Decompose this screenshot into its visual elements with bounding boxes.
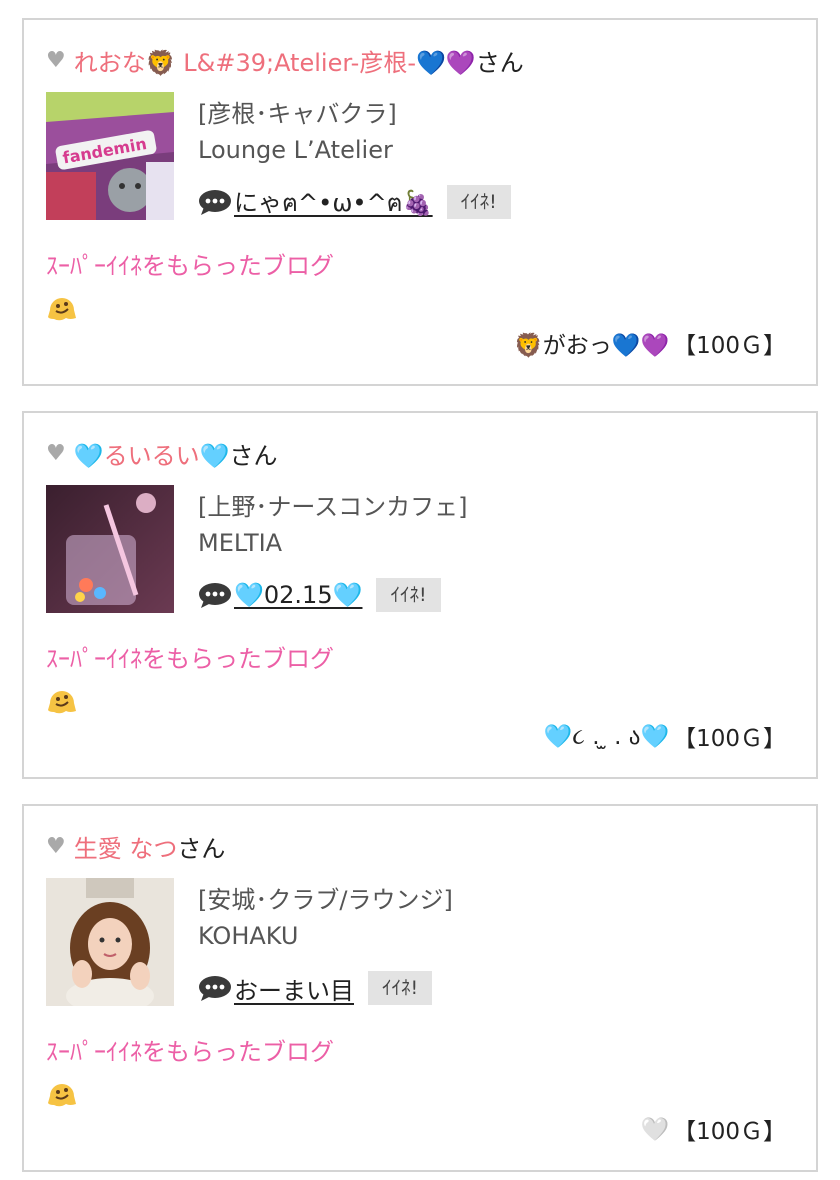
honorific: さん <box>475 48 524 77</box>
super-iine-label: ｽｰﾊﾟｰｲｲﾈをもらったブログ <box>46 1038 334 1066</box>
user-name-link[interactable]: れおな🦁 L&#39;Atelier-彦根-💙💜 <box>74 43 476 78</box>
photo-glass-drink <box>46 485 174 613</box>
melting-face-icon <box>48 1084 76 1107</box>
card-header: ♥ れおな🦁 L&#39;Atelier-彦根-💙💜 さん <box>46 42 524 78</box>
blog-card: ♥ 生愛 なつ さん [安城･クラブ/ラウンジ] KOHAKU おーまい目 ｲｲ… <box>22 804 818 1172</box>
blog-thumbnail[interactable] <box>46 878 174 1006</box>
gift-row: 🤍 【100Ｇ】 <box>640 1112 786 1146</box>
blog-title-link[interactable]: 🩵02.15🩵 <box>234 581 362 609</box>
photo-candy-package: fandemin <box>46 92 174 220</box>
gift-message: 🩵૮ . ̫ . ა🩵 <box>543 723 670 750</box>
iine-button[interactable]: ｲｲﾈ! <box>368 971 433 1005</box>
shop-category: [安城･クラブ/ラウンジ] <box>198 886 453 914</box>
gift-row: 🦁がおっ💙💜 【100Ｇ】 <box>514 326 786 360</box>
user-name-link[interactable]: 🩵るいるい🩵 <box>74 436 230 471</box>
card-header: ♥ 🩵るいるい🩵 さん <box>46 435 278 471</box>
shop-name[interactable]: MELTIA <box>198 529 282 557</box>
blog-row: 🩵02.15🩵 ｲｲﾈ! <box>198 573 441 617</box>
blog-card: ♥ 🩵るいるい🩵 さん [上野･ナースコンカフェ] MELTIA 🩵02.15🩵… <box>22 411 818 779</box>
blog-thumbnail[interactable] <box>46 485 174 613</box>
honorific: さん <box>177 834 226 863</box>
gift-row: 🩵૮ . ̫ . ა🩵 【100Ｇ】 <box>544 719 786 753</box>
blog-title-link[interactable]: おーまい目 <box>234 971 354 1006</box>
honorific: さん <box>229 441 278 470</box>
heart-icon: ♥ <box>46 440 66 466</box>
melting-face-icon <box>48 691 76 714</box>
shop-category: [彦根･キャバクラ] <box>198 100 397 128</box>
blog-title-link[interactable]: にゃฅ^•ω•^ฅ🍇 <box>234 183 433 222</box>
gift-amount: 【100Ｇ】 <box>673 1119 786 1145</box>
photo-portrait <box>46 878 174 1006</box>
shop-name[interactable]: KOHAKU <box>198 922 298 950</box>
heart-icon: ♥ <box>46 833 66 859</box>
card-header: ♥ 生愛 なつ さん <box>46 828 225 864</box>
gift-amount: 【100Ｇ】 <box>673 333 786 359</box>
gift-message: 🤍 <box>640 1116 670 1143</box>
blog-row: おーまい目 ｲｲﾈ! <box>198 966 433 1010</box>
speech-bubble-icon <box>199 190 231 215</box>
shop-name[interactable]: Lounge L’Atelier <box>198 136 393 164</box>
blog-row: にゃฅ^•ω•^ฅ🍇 ｲｲﾈ! <box>198 180 511 224</box>
iine-button[interactable]: ｲｲﾈ! <box>376 578 441 612</box>
super-iine-label: ｽｰﾊﾟｰｲｲﾈをもらったブログ <box>46 645 334 673</box>
heart-icon: ♥ <box>46 47 66 73</box>
blog-card: ♥ れおな🦁 L&#39;Atelier-彦根-💙💜 さん fandemin [… <box>22 18 818 386</box>
melting-face-icon <box>48 298 76 321</box>
gift-message: 🦁がおっ💙💜 <box>514 333 670 359</box>
speech-bubble-icon <box>199 583 231 608</box>
user-name-link[interactable]: 生愛 なつ <box>74 829 178 864</box>
speech-bubble-icon <box>199 976 231 1001</box>
iine-button[interactable]: ｲｲﾈ! <box>446 185 511 219</box>
super-iine-label: ｽｰﾊﾟｰｲｲﾈをもらったブログ <box>46 252 334 280</box>
blog-thumbnail[interactable]: fandemin <box>46 92 174 220</box>
shop-category: [上野･ナースコンカフェ] <box>198 493 468 521</box>
gift-amount: 【100Ｇ】 <box>673 726 786 752</box>
